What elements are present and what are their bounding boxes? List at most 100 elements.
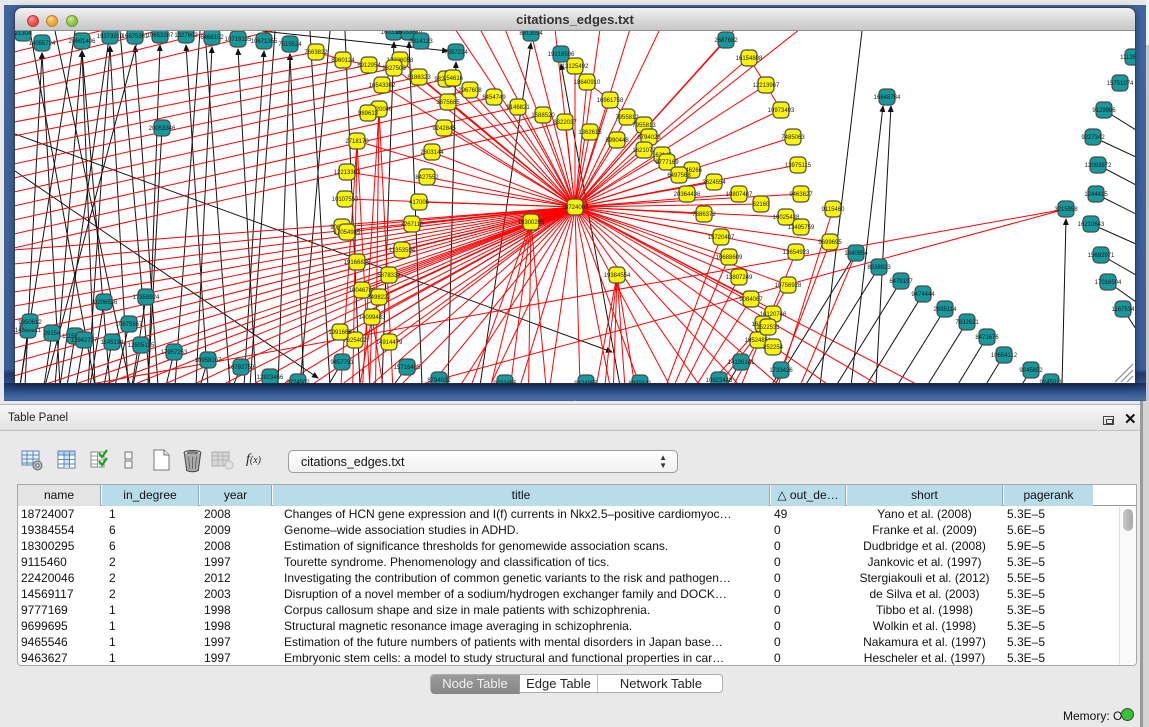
- svg-text:8471676: 8471676: [975, 335, 999, 341]
- svg-text:9463627: 9463627: [789, 192, 813, 198]
- svg-text:7485063: 7485063: [781, 135, 805, 141]
- svg-text:12213363: 12213363: [334, 170, 361, 176]
- svg-text:10958107: 10958107: [195, 358, 222, 364]
- svg-text:12942737: 12942737: [71, 338, 98, 344]
- svg-text:14136141: 14136141: [728, 360, 755, 366]
- svg-text:13807249: 13807249: [726, 275, 753, 281]
- svg-text:7357224: 7357224: [444, 50, 468, 56]
- svg-text:15692971: 15692971: [1088, 253, 1115, 259]
- svg-text:9699695: 9699695: [818, 240, 842, 246]
- svg-text:9115460: 9115460: [822, 207, 846, 213]
- svg-text:1244415: 1244415: [1084, 192, 1108, 198]
- svg-text:14055724: 14055724: [29, 41, 56, 47]
- svg-text:9242845: 9242845: [432, 126, 456, 132]
- svg-text:9146821: 9146821: [506, 105, 530, 111]
- svg-text:1167534: 1167534: [1112, 307, 1135, 313]
- svg-text:9084067: 9084067: [739, 297, 763, 303]
- svg-text:10654112: 10654112: [991, 353, 1018, 359]
- svg-text:8186323: 8186323: [407, 75, 431, 81]
- svg-text:10756928: 10756928: [775, 283, 802, 289]
- svg-text:2803144: 2803144: [420, 150, 444, 156]
- svg-text:10671355: 10671355: [251, 39, 278, 45]
- svg-text:16648784: 16648784: [874, 95, 901, 101]
- svg-text:6466102: 6466102: [200, 35, 224, 41]
- svg-text:13654923: 13654923: [783, 250, 810, 256]
- svg-text:17016504: 17016504: [1095, 280, 1122, 286]
- svg-text:16875361: 16875361: [122, 34, 149, 40]
- svg-text:7515524: 7515524: [278, 42, 302, 48]
- svg-text:7886372: 7886372: [692, 212, 716, 218]
- svg-text:1362615: 1362615: [578, 130, 602, 136]
- svg-text:6479197: 6479197: [889, 279, 913, 285]
- svg-text:10653287: 10653287: [147, 33, 174, 39]
- svg-text:15751074: 15751074: [1107, 81, 1134, 87]
- svg-text:9227342: 9227342: [1081, 135, 1105, 141]
- svg-text:20206536: 20206536: [91, 300, 118, 306]
- svg-text:12923466: 12923466: [257, 375, 284, 381]
- svg-text:10107552: 10107552: [332, 197, 359, 203]
- svg-text:8912954: 8912954: [357, 63, 381, 69]
- svg-text:13495759: 13495759: [788, 225, 815, 231]
- svg-text:14914479: 14914479: [376, 340, 403, 346]
- svg-text:1588520: 1588520: [531, 113, 555, 119]
- svg-text:10807487: 10807487: [726, 192, 753, 198]
- svg-text:417006: 417006: [409, 200, 430, 206]
- svg-text:17054985: 17054985: [334, 230, 361, 236]
- svg-text:10923448: 10923448: [706, 378, 733, 383]
- svg-text:9314123: 9314123: [409, 39, 433, 45]
- svg-text:9324055: 9324055: [574, 381, 598, 383]
- svg-text:1327602: 1327602: [174, 33, 198, 39]
- svg-text:8813054: 8813054: [519, 31, 543, 37]
- svg-text:3498222: 3498222: [367, 295, 391, 301]
- svg-text:8427552: 8427552: [415, 175, 439, 181]
- svg-text:9129966: 9129966: [1092, 108, 1116, 114]
- svg-text:9457791: 9457791: [330, 360, 354, 366]
- svg-text:8454749: 8454749: [482, 95, 506, 101]
- svg-text:13975115: 13975115: [785, 163, 812, 169]
- svg-text:16961758: 16961758: [597, 98, 624, 104]
- svg-text:16543362: 16543362: [369, 83, 396, 89]
- svg-text:2935114: 2935114: [934, 307, 958, 313]
- svg-text:9224502: 9224502: [286, 380, 310, 383]
- svg-text:12505135: 12505135: [128, 343, 155, 349]
- svg-text:18724007: 18724007: [562, 205, 589, 211]
- svg-text:2967608: 2967608: [458, 88, 482, 94]
- svg-text:7955813: 7955813: [632, 123, 656, 129]
- svg-text:19373919: 19373919: [97, 34, 124, 40]
- svg-text:154616: 154616: [443, 76, 464, 82]
- svg-text:1991668: 1991668: [328, 330, 352, 336]
- svg-text:16154808: 16154808: [736, 56, 763, 62]
- svg-text:17957253: 17957253: [161, 350, 188, 356]
- svg-text:6794028: 6794028: [637, 135, 661, 141]
- svg-text:3215958: 3215958: [1054, 207, 1078, 213]
- svg-text:19166825: 19166825: [344, 260, 371, 266]
- svg-text:3875685: 3875685: [436, 100, 460, 106]
- svg-text:11353594: 11353594: [389, 248, 416, 254]
- svg-text:9827503: 9827503: [382, 66, 406, 72]
- svg-text:989613: 989613: [358, 111, 379, 117]
- svg-text:8322037: 8322037: [553, 120, 577, 126]
- svg-text:19218506: 19218506: [548, 52, 575, 58]
- svg-text:19384554: 19384554: [604, 273, 631, 279]
- svg-text:2522531: 2522531: [756, 325, 780, 331]
- svg-text:21304: 21304: [15, 31, 32, 37]
- svg-text:7663822: 7663822: [304, 50, 328, 56]
- svg-text:10719135: 10719135: [225, 37, 252, 43]
- svg-text:16210643: 16210643: [1078, 222, 1105, 228]
- svg-text:15720407: 15720407: [708, 235, 735, 241]
- svg-text:10973493: 10973493: [768, 108, 795, 114]
- svg-text:8794022: 8794022: [427, 378, 451, 383]
- svg-text:12213967: 12213967: [753, 83, 780, 89]
- svg-text:8938923: 8938923: [867, 265, 891, 271]
- svg-text:9474444: 9474444: [911, 292, 935, 298]
- svg-text:2687682: 2687682: [714, 38, 738, 44]
- svg-text:17359924: 17359924: [133, 295, 160, 301]
- svg-text:12093872: 12093872: [1085, 163, 1112, 169]
- svg-text:8960124: 8960124: [331, 58, 355, 64]
- svg-text:9732455: 9732455: [493, 381, 517, 383]
- svg-text:62160: 62160: [753, 202, 770, 208]
- svg-text:6497568: 6497568: [667, 173, 691, 179]
- svg-text:8930141: 8930141: [628, 381, 652, 383]
- svg-text:20691406: 20691406: [69, 39, 96, 45]
- svg-text:1145194: 1145194: [101, 340, 125, 346]
